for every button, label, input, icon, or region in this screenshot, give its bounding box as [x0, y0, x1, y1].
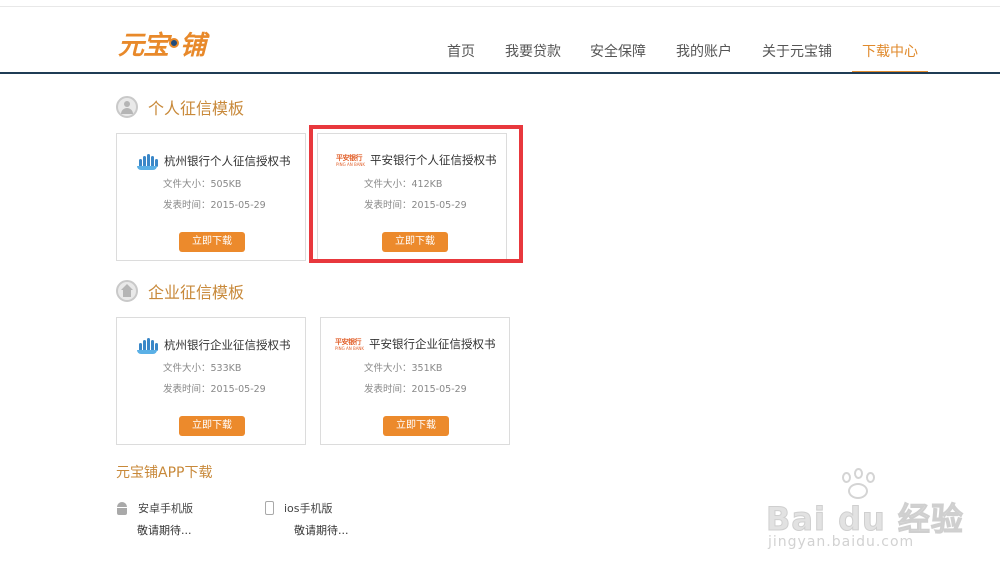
hangzhou-bank-logo-icon	[135, 152, 159, 170]
personal-section-title: 个人征信模板	[148, 99, 245, 118]
enterprise-section-title: 企业征信模板	[148, 283, 245, 302]
watermark-url: jingyan.baidu.com	[768, 534, 915, 550]
nav-item-home[interactable]: 首页	[441, 40, 481, 73]
app-name: ios手机版	[284, 502, 333, 515]
nav-item-download[interactable]: 下载中心	[852, 40, 928, 73]
card-title: 平安银行企业征信授权书	[369, 337, 496, 351]
app-status: 敬请期待...	[294, 524, 349, 537]
ios-app-item[interactable]: ios手机版 敬请期待...	[265, 500, 349, 538]
publish-date: 发表时间：2015-05-29	[364, 384, 467, 395]
publish-date: 发表时间：2015-05-29	[163, 384, 266, 395]
top-divider	[0, 6, 1000, 7]
pingan-bank-logo-icon: 平安银行 PING AN BANK	[335, 337, 365, 351]
file-size: 文件大小：351KB	[364, 363, 443, 374]
app-name: 安卓手机版	[138, 502, 193, 515]
nav-item-about[interactable]: 关于元宝铺	[756, 40, 838, 73]
download-button[interactable]: 立即下载	[179, 232, 245, 252]
publish-date: 发表时间：2015-05-29	[163, 200, 266, 211]
android-app-item[interactable]: 安卓手机版 敬请期待...	[116, 500, 193, 538]
phone-icon	[265, 501, 274, 515]
baidu-jingyan-watermark: Bai du 经验 jingyan.baidu.com	[766, 468, 966, 558]
nav-item-security[interactable]: 安全保障	[585, 40, 651, 73]
personal-section-header: 个人征信模板	[116, 95, 244, 119]
file-size: 文件大小：533KB	[163, 363, 242, 374]
nav-item-account[interactable]: 我的账户	[671, 40, 737, 73]
android-icon	[116, 501, 128, 515]
enterprise-section-header: 企业征信模板	[116, 279, 244, 303]
card-title: 杭州银行个人征信授权书	[164, 154, 291, 168]
nav-item-loan[interactable]: 我要贷款	[500, 40, 566, 73]
template-card-pingan-enterprise: 平安银行 PING AN BANK 平安银行企业征信授权书 文件大小：351KB…	[320, 317, 510, 445]
download-button[interactable]: 立即下载	[179, 416, 245, 436]
hangzhou-bank-logo-icon	[135, 336, 159, 354]
nav-divider	[0, 72, 1000, 74]
download-button[interactable]: 立即下载	[383, 416, 449, 436]
template-card-hangzhou-personal: 杭州银行个人征信授权书 文件大小：505KB 发表时间：2015-05-29 立…	[116, 133, 306, 261]
main-nav: 首页 我要贷款 安全保障 我的账户 关于元宝铺 下载中心	[0, 40, 1000, 73]
file-size: 文件大小：505KB	[163, 179, 242, 190]
app-download-title: 元宝铺APP下载	[116, 465, 213, 481]
card-title: 杭州银行企业征信授权书	[164, 338, 291, 352]
person-icon	[116, 96, 138, 118]
house-icon	[116, 280, 138, 302]
app-status: 敬请期待...	[137, 524, 192, 537]
highlight-box	[309, 125, 523, 263]
template-card-hangzhou-enterprise: 杭州银行企业征信授权书 文件大小：533KB 发表时间：2015-05-29 立…	[116, 317, 306, 445]
